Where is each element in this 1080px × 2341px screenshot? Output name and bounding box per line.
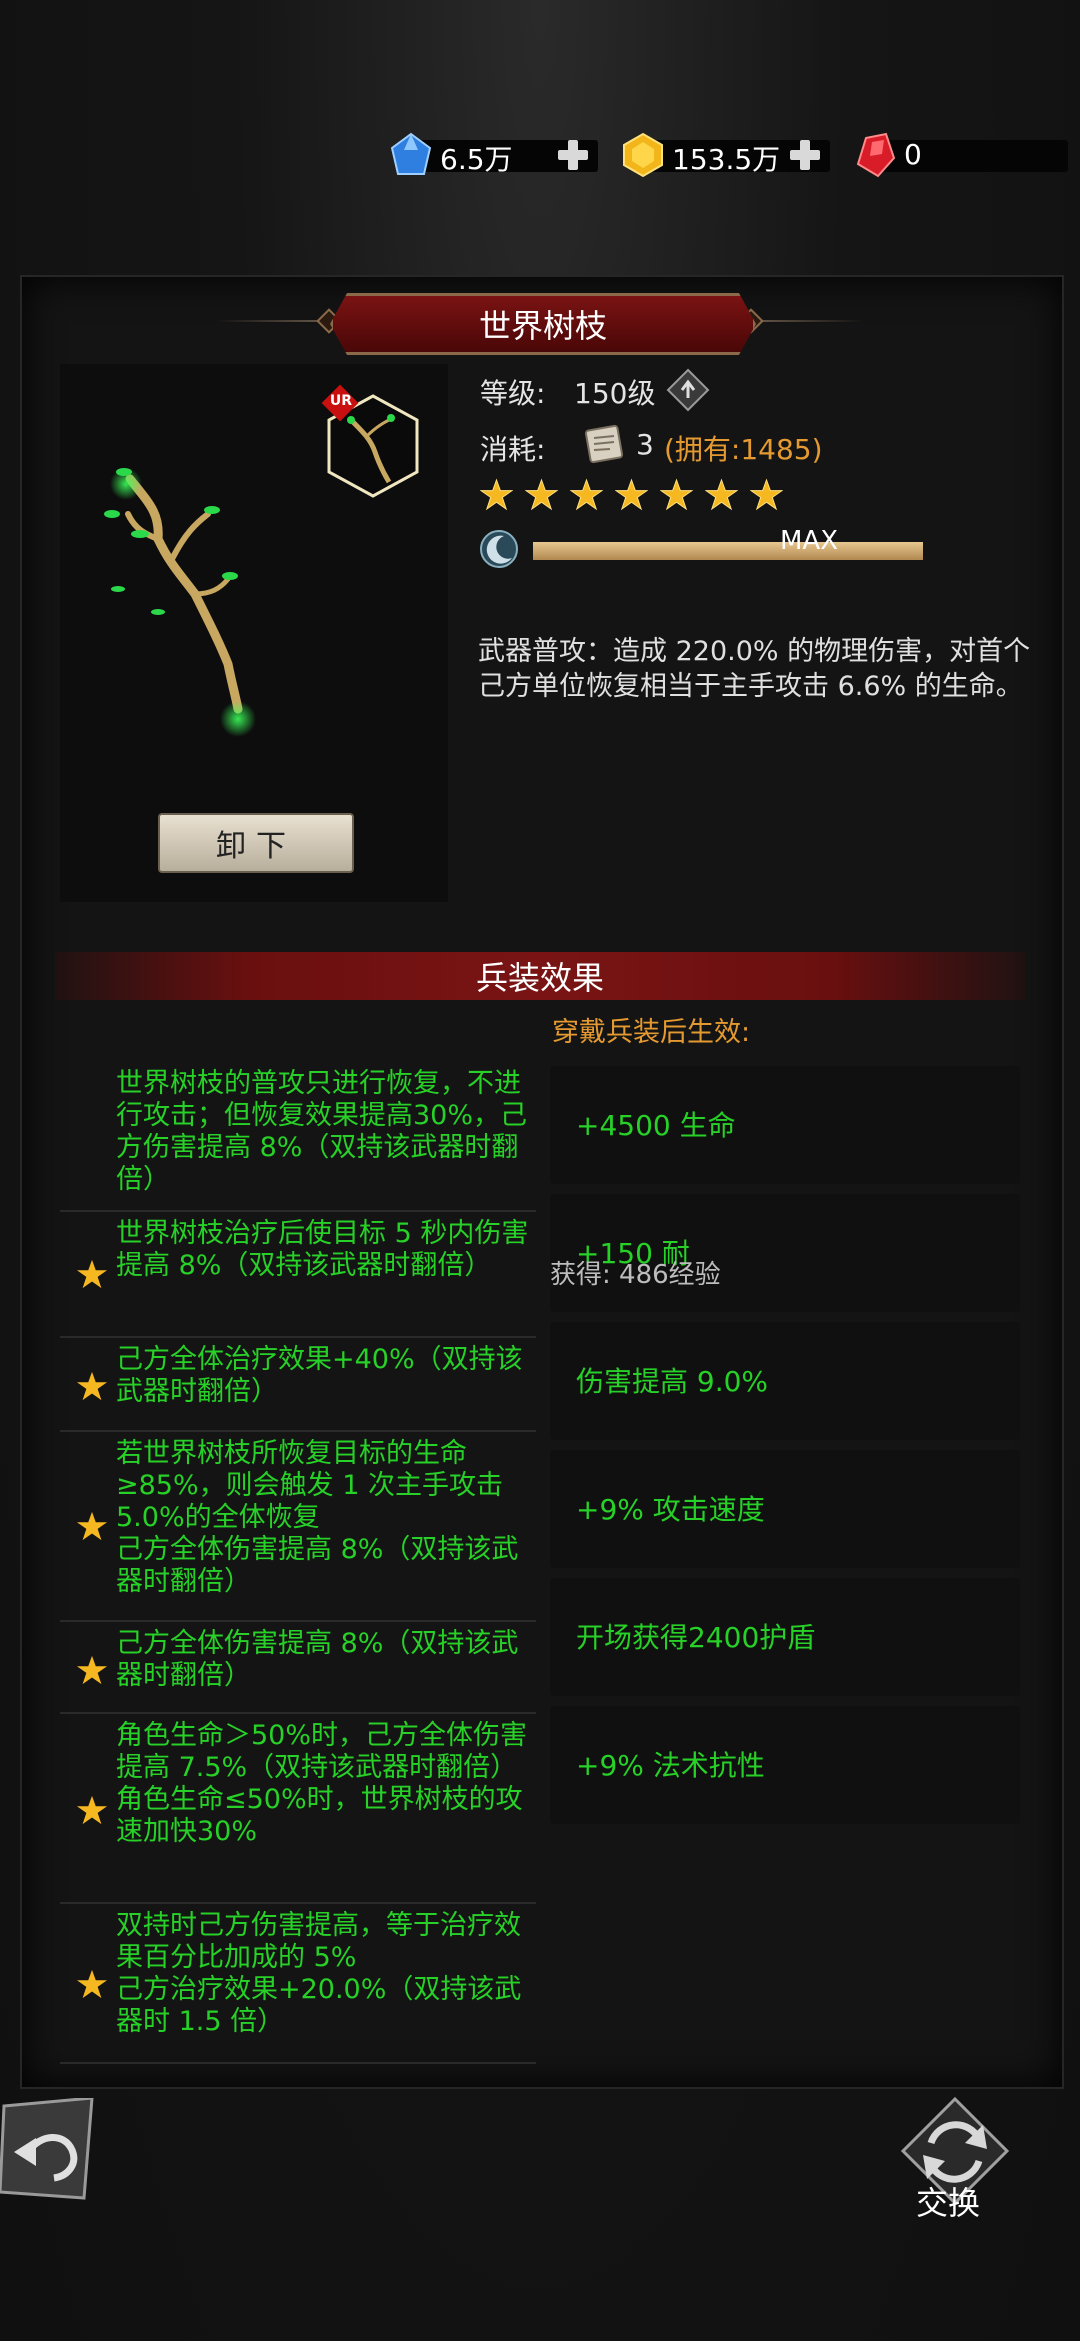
red-gem-icon	[856, 132, 896, 178]
effect-row: 双持时己方伤害提高，等于治疗效果百分比加成的 5% 己方治疗效果+20.0%（双…	[60, 1904, 536, 2064]
unequip-button[interactable]: 卸下	[158, 813, 354, 873]
bonus-stat: +9% 攻击速度	[550, 1450, 1020, 1568]
cost-value: 3	[636, 428, 654, 461]
star-icon	[705, 478, 738, 511]
star-icon	[615, 478, 648, 511]
effects-note: 穿戴兵装后生效:	[552, 1017, 751, 1048]
gold-gem-icon	[623, 132, 663, 178]
level-info-icon[interactable]	[666, 368, 710, 412]
item-title: 世界树枝	[330, 293, 756, 355]
effect-row: 世界树枝治疗后使目标 5 秒内伤害提高 8%（双持该武器时翻倍）	[60, 1212, 536, 1338]
weapon-description: 武器普攻：造成 220.0% 的物理伤害，对首个己方单位恢复相当于主手攻击 6.…	[478, 636, 1031, 702]
rarity-badge-label: UR	[329, 393, 353, 409]
bonus-stat-text: +9% 法术抗性	[576, 1749, 765, 1782]
effect-text: 己方全体伤害提高 8%（双持该武器时翻倍）	[116, 1628, 519, 1691]
star-icon	[750, 478, 783, 511]
blue-gem-icon	[390, 132, 432, 175]
star-icon	[525, 478, 558, 511]
effect-text: 世界树枝治疗后使目标 5 秒内伤害提高 8%（双持该武器时翻倍）	[116, 1218, 529, 1281]
effect-row: 若世界树枝所恢复目标的生命≥85%，则会触发 1 次主手攻击5.0%的全体恢复 …	[60, 1432, 536, 1622]
effects-section-title: 兵装效果	[55, 952, 1025, 1000]
blue-gem-amount: 6.5万	[440, 143, 513, 176]
cost-label: 消耗:	[480, 433, 546, 466]
xp-moon-icon	[480, 530, 518, 568]
bonus-stat: 伤害提高 9.0%	[550, 1322, 1020, 1440]
bonus-stat: 开场获得2400护盾	[550, 1578, 1020, 1696]
star-icon	[76, 1655, 108, 1685]
star-icon	[480, 478, 513, 511]
effect-row: 角色生命＞50%时，己方全体伤害提高 7.5%（双持该武器时翻倍） 角色生命≤5…	[60, 1714, 536, 1904]
bonus-stat: +4500 生命	[550, 1066, 1020, 1184]
currency-gold: 153.5万	[620, 132, 830, 178]
level-value: 150级	[574, 377, 656, 410]
bonus-stat-text: 开场获得2400护盾	[576, 1621, 816, 1654]
star-icon	[76, 1795, 108, 1825]
effect-text: 角色生命＞50%时，己方全体伤害提高 7.5%（双持该武器时翻倍） 角色生命≤5…	[116, 1720, 528, 1847]
effect-text: 双持时己方伤害提高，等于治疗效果百分比加成的 5% 己方治疗效果+20.0%（双…	[116, 1910, 522, 2037]
star-icon	[76, 1511, 108, 1541]
gold-gem-amount: 153.5万	[672, 143, 781, 176]
star-icon	[570, 478, 603, 511]
add-gold-gem-button[interactable]	[788, 138, 822, 172]
add-blue-gem-button[interactable]	[556, 138, 590, 172]
effect-row: 世界树枝的普攻只进行恢复，不进行攻击；但恢复效果提高30%，己方伤害提高 8%（…	[60, 1062, 536, 1212]
star-rating	[480, 478, 783, 511]
effect-text: 己方全体治疗效果+40%（双持该武器时翻倍）	[116, 1344, 523, 1407]
back-button[interactable]	[0, 2098, 96, 2200]
owned-count: (拥有:1485)	[664, 433, 823, 466]
xp-max-label: MAX	[780, 526, 839, 556]
currency-blue: 6.5万	[388, 132, 598, 178]
star-icon	[76, 1259, 108, 1289]
effect-text: 若世界树枝所恢复目标的生命≥85%，则会触发 1 次主手攻击5.0%的全体恢复 …	[116, 1438, 519, 1597]
bonus-stat: +150 耐	[550, 1194, 1020, 1312]
exp-gain-popup: 获得: 486经验	[550, 1260, 721, 1290]
level-label: 等级:	[480, 377, 546, 410]
swap-button-label[interactable]: 交换	[916, 2178, 980, 2224]
scroll-icon	[584, 424, 624, 464]
bonus-stat-text: +4500 生命	[576, 1109, 736, 1142]
xp-bar	[533, 542, 923, 560]
bonus-stat: +9% 法术抗性	[550, 1706, 1020, 1824]
star-icon	[76, 1371, 108, 1401]
bonus-stat-text: 伤害提高 9.0%	[576, 1365, 769, 1398]
red-gem-amount: 0	[904, 138, 922, 171]
bonus-stat-text: +9% 攻击速度	[576, 1493, 765, 1526]
star-icon	[76, 1969, 108, 1999]
effect-text: 世界树枝的普攻只进行恢复，不进行攻击；但恢复效果提高30%，己方伤害提高 8%（…	[116, 1068, 528, 1195]
effect-row: 己方全体伤害提高 8%（双持该武器时翻倍）	[60, 1622, 536, 1714]
currency-red: 0	[852, 132, 1068, 178]
effect-row: 己方全体治疗效果+40%（双持该武器时翻倍）	[60, 1338, 536, 1432]
star-icon	[660, 478, 693, 511]
